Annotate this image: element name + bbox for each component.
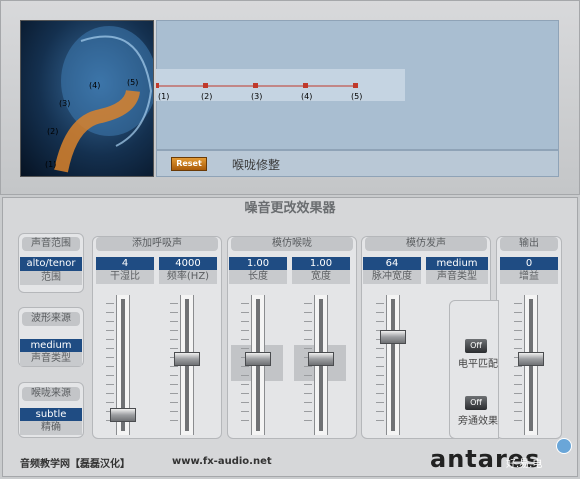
voice-range-title: 声音范围 bbox=[22, 237, 80, 251]
glottal-title: 模仿发声 bbox=[365, 237, 487, 251]
glottal-pulse-slider-thumb[interactable] bbox=[380, 330, 406, 345]
voice-range-label: 范围 bbox=[20, 271, 82, 285]
glottal-pulse-slider-groove bbox=[391, 299, 395, 431]
face-label-2: (2) bbox=[47, 127, 58, 136]
breath-freq-label: 频率(HZ) bbox=[159, 270, 217, 284]
waveform-select[interactable]: medium bbox=[20, 339, 82, 353]
breath-title: 添加呼吸声 bbox=[96, 237, 218, 251]
throat-length-value[interactable]: 1.00 bbox=[229, 257, 287, 271]
throat-source-select[interactable]: subtle bbox=[20, 408, 82, 422]
face-label-1: (1) bbox=[45, 160, 56, 169]
throat-length-label: 长度 bbox=[229, 270, 287, 284]
glottal-pulse-label: 脉冲宽度 bbox=[363, 270, 421, 284]
curve-point-label-5: (5) bbox=[351, 92, 362, 101]
throat-model-title: 模仿喉咙 bbox=[231, 237, 353, 251]
output-gain-slider-thumb[interactable] bbox=[518, 351, 544, 366]
curve-point-2[interactable] bbox=[203, 83, 208, 88]
breath-dry-label: 干湿比 bbox=[96, 270, 154, 284]
bypass-label: 旁通效果 bbox=[458, 416, 498, 427]
throat-source-label: 精确 bbox=[20, 421, 82, 435]
throat-length-slider-thumb[interactable] bbox=[245, 351, 271, 366]
curve-point-3[interactable] bbox=[253, 83, 258, 88]
curve-point-label-1: (1) bbox=[158, 92, 169, 101]
bypass-button[interactable]: Off bbox=[465, 396, 487, 410]
glottal-type-label: 声音类型 bbox=[426, 270, 488, 284]
waveform-title: 波形来源 bbox=[22, 312, 80, 326]
panel-title: 噪音更改效果器 bbox=[244, 201, 336, 216]
throat-width-label: 宽度 bbox=[292, 270, 350, 284]
glottal-pulse-value[interactable]: 64 bbox=[363, 257, 421, 271]
curve-control-strip bbox=[156, 150, 559, 177]
curve-point-label-3: (3) bbox=[251, 92, 262, 101]
face-svg: (1) (2) (3) (4) (5) bbox=[45, 26, 153, 173]
face-label-4: (4) bbox=[89, 81, 100, 90]
waveform-label: 声音类型 bbox=[20, 352, 82, 366]
reset-button[interactable]: Reset bbox=[171, 157, 207, 171]
footer-credit: 音频教学网【磊磊汉化】 bbox=[20, 459, 130, 470]
footer-url-link[interactable]: www.fx-audio.net bbox=[172, 456, 272, 467]
glottal-pulse-ticks bbox=[376, 303, 384, 427]
level-match-label: 电平匹配 bbox=[458, 359, 498, 370]
curve-point-label-4: (4) bbox=[301, 92, 312, 101]
output-gain-label: 增益 bbox=[500, 270, 558, 284]
throat-width-slider-thumb[interactable] bbox=[308, 351, 334, 366]
curve-point-label-2: (2) bbox=[201, 92, 212, 101]
output-gain-value[interactable]: 0 bbox=[500, 257, 558, 271]
face-label-3: (3) bbox=[59, 99, 70, 108]
curve-point-1[interactable] bbox=[156, 83, 159, 88]
breath-dry-slider-thumb[interactable] bbox=[110, 408, 136, 423]
watermark-icon bbox=[556, 438, 572, 454]
curve-point-5[interactable] bbox=[353, 83, 358, 88]
glottal-type-value[interactable]: medium bbox=[426, 257, 488, 271]
breath-dry-value[interactable]: 4 bbox=[96, 257, 154, 271]
breath-freq-value[interactable]: 4000 bbox=[159, 257, 217, 271]
throat-width-value[interactable]: 1.00 bbox=[292, 257, 350, 271]
throat-source-title: 喉咙来源 bbox=[22, 387, 80, 401]
face-illustration: (1) (2) (3) (4) (5) bbox=[20, 20, 154, 177]
voice-range-select[interactable]: alto/tenor bbox=[20, 257, 82, 271]
watermark-text: 好.易.电 bbox=[506, 459, 543, 470]
throat-curve-svg[interactable]: (1) (2) (3) (4) (5) bbox=[156, 20, 559, 150]
curve-point-4[interactable] bbox=[303, 83, 308, 88]
output-title: 输出 bbox=[500, 237, 558, 251]
throat-modifier-label: 喉咙修整 bbox=[232, 158, 281, 172]
breath-freq-slider-thumb[interactable] bbox=[174, 351, 200, 366]
level-match-button[interactable]: Off bbox=[465, 339, 487, 353]
face-label-5: (5) bbox=[127, 78, 138, 87]
